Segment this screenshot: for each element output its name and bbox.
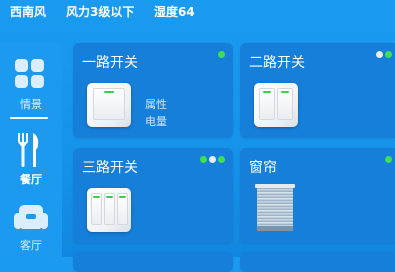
device-battery-label: 电量 bbox=[145, 115, 167, 128]
device-title: 窗帘 bbox=[249, 160, 277, 176]
curtain-icon bbox=[255, 184, 295, 231]
humidity: 湿度64 bbox=[154, 5, 195, 19]
sidebar-item-living-room[interactable]: 客厅 bbox=[0, 203, 62, 257]
device-title: 一路开关 bbox=[82, 55, 138, 71]
status-bar: 西南风 风力3级以下 湿度64 bbox=[0, 0, 395, 26]
status-dot bbox=[218, 51, 225, 58]
sidebar-item-label: 客厅 bbox=[20, 239, 42, 252]
device-card-two-gang-switch[interactable]: 二路开关 bbox=[240, 43, 395, 138]
two-gang-switch-icon bbox=[254, 83, 298, 127]
scene-grid-icon bbox=[15, 59, 44, 88]
device-card-partial[interactable] bbox=[73, 252, 233, 272]
status-dot bbox=[385, 156, 392, 163]
three-gang-switch-icon bbox=[87, 188, 131, 232]
device-card-one-gang-switch[interactable]: 一路开关 属性 电量 bbox=[73, 43, 233, 138]
fork-knife-icon bbox=[18, 133, 39, 167]
device-card-three-gang-switch[interactable]: 三路开关 bbox=[73, 148, 233, 243]
device-property-label: 属性 bbox=[145, 98, 167, 111]
status-dot bbox=[209, 156, 216, 163]
wind-direction: 西南风 bbox=[10, 5, 47, 19]
status-dot bbox=[200, 156, 207, 163]
device-card-partial[interactable] bbox=[240, 252, 395, 272]
status-dot bbox=[218, 156, 225, 163]
sofa-icon bbox=[14, 205, 48, 229]
device-title: 二路开关 bbox=[249, 55, 305, 71]
sidebar-item-label: 情景 bbox=[20, 98, 42, 111]
one-gang-switch-icon bbox=[87, 83, 131, 127]
device-title: 三路开关 bbox=[82, 160, 138, 176]
room-sidebar: 情景 餐厅 客厅 bbox=[0, 43, 62, 257]
sidebar-item-label: 餐厅 bbox=[20, 173, 42, 186]
active-indicator bbox=[10, 117, 48, 119]
sidebar-item-dining[interactable]: 餐厅 bbox=[0, 131, 62, 187]
status-dot bbox=[376, 51, 383, 58]
status-dot bbox=[385, 51, 392, 58]
wind-level: 风力3级以下 bbox=[66, 5, 135, 19]
device-card-curtain[interactable]: 窗帘 bbox=[240, 148, 395, 243]
sidebar-item-scene[interactable]: 情景 bbox=[0, 56, 62, 116]
